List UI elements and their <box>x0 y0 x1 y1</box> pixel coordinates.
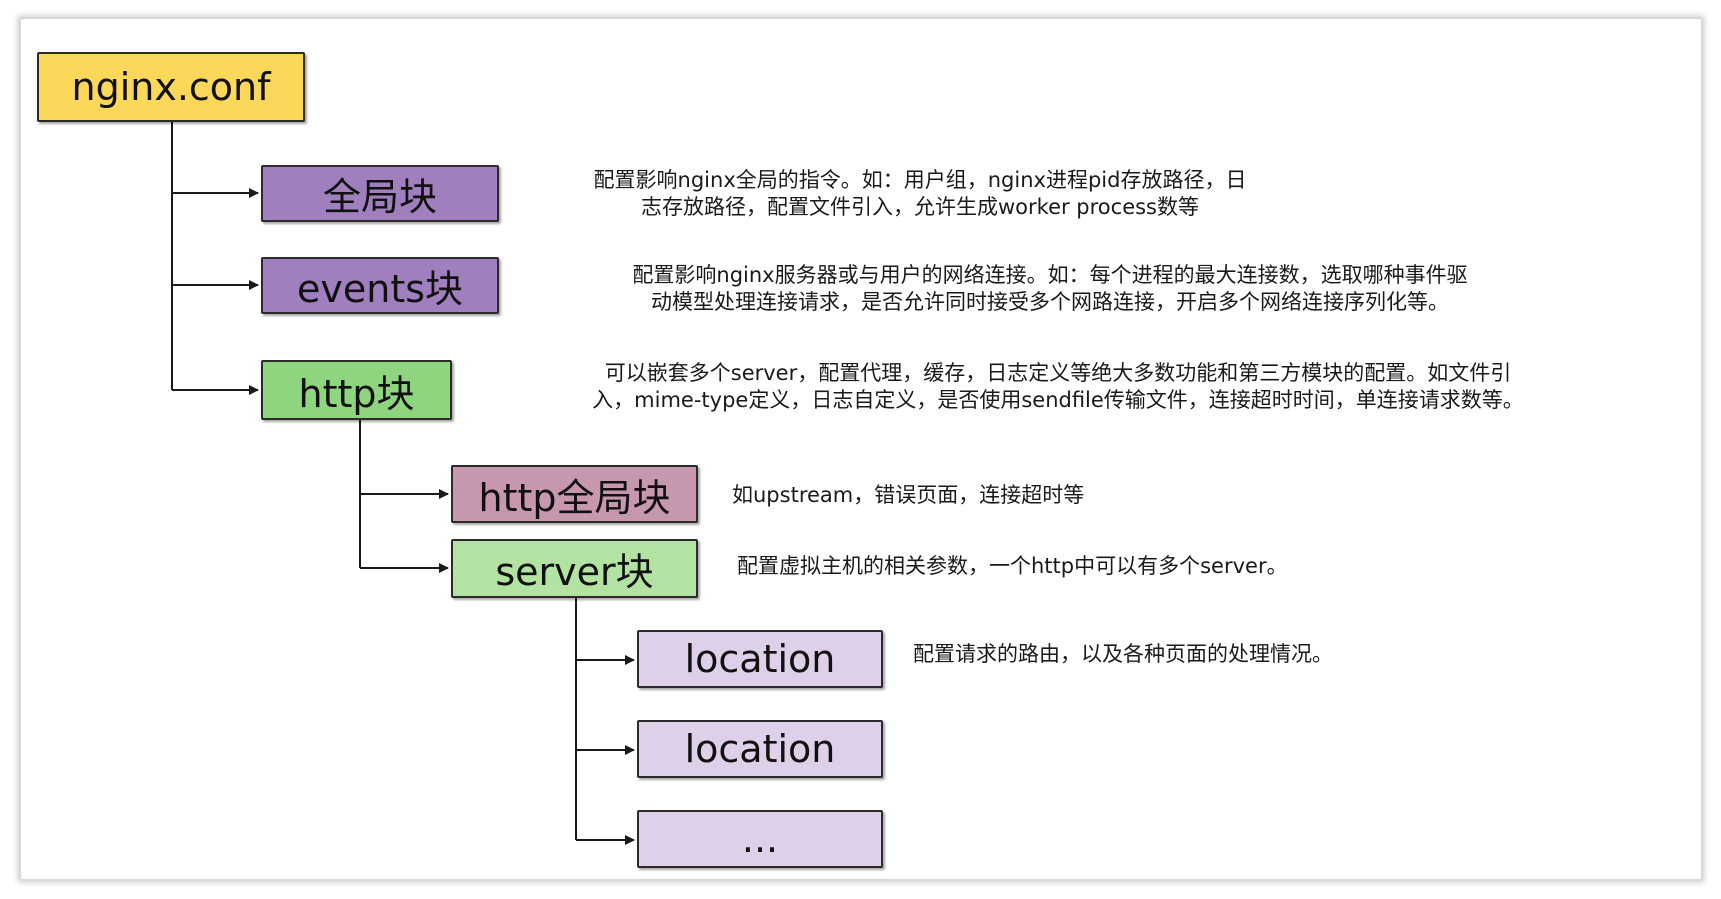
http-block-description: 可以嵌套多个server，配置代理，缓存，日志定义等绝大多数功能和第三方模块的配… <box>488 360 1628 414</box>
events-block-label: events块 <box>296 267 464 311</box>
location-description: 配置请求的路由，以及各种页面的处理情况。 <box>913 641 1333 668</box>
http-global-block-node: http全局块 <box>451 465 698 523</box>
server-block-label: server块 <box>495 550 654 594</box>
location-node-2: location <box>637 720 883 778</box>
location-label-1: location <box>684 637 836 681</box>
nginx-conf-node: nginx.conf <box>37 52 305 122</box>
location-desc-line-1: 配置请求的路由，以及各种页面的处理情况。 <box>913 642 1333 666</box>
server-desc-line-1: 配置虚拟主机的相关参数，一个http中可以有多个server。 <box>737 554 1288 578</box>
http-global-block-label: http全局块 <box>478 475 671 520</box>
location-label-2: location <box>684 727 836 771</box>
http-block-node: http块 <box>261 360 452 420</box>
events-block-node: events块 <box>261 257 499 314</box>
global-desc-line-2: 志存放路径，配置文件引入，允许生成worker process数等 <box>641 195 1199 219</box>
global-block-node: 全局块 <box>261 165 499 222</box>
server-block-node: server块 <box>451 539 698 598</box>
http-global-desc-line-1: 如upstream，错误页面，连接超时等 <box>732 483 1085 507</box>
events-desc-line-1: 配置影响nginx服务器或与用户的网络连接。如：每个进程的最大连接数，选取哪种事… <box>632 263 1468 287</box>
http-desc-line-1: 可以嵌套多个server，配置代理，缓存，日志定义等绝大多数功能和第三方模块的配… <box>604 361 1512 385</box>
global-block-description: 配置影响nginx全局的指令。如：用户组，nginx进程pid存放路径，日 志存… <box>520 167 1320 221</box>
location-node-1: location <box>637 630 883 688</box>
global-block-label: 全局块 <box>322 175 437 219</box>
nginx-conf-label: nginx.conf <box>71 65 271 109</box>
server-block-description: 配置虚拟主机的相关参数，一个http中可以有多个server。 <box>737 553 1288 580</box>
events-desc-line-2: 动模型处理连接请求，是否允许同时接受多个网路连接，开启多个网络连接序列化等。 <box>651 290 1449 314</box>
more-locations-label: ... <box>741 817 779 861</box>
http-block-label: http块 <box>298 371 415 416</box>
global-desc-line-1: 配置影响nginx全局的指令。如：用户组，nginx进程pid存放路径，日 <box>593 168 1247 192</box>
events-block-description: 配置影响nginx服务器或与用户的网络连接。如：每个进程的最大连接数，选取哪种事… <box>520 262 1580 316</box>
more-locations-node: ... <box>637 810 883 868</box>
http-desc-line-2: 入，mime-type定义，日志自定义，是否使用sendfile传输文件，连接超… <box>592 388 1524 412</box>
http-global-description: 如upstream，错误页面，连接超时等 <box>732 482 1084 509</box>
